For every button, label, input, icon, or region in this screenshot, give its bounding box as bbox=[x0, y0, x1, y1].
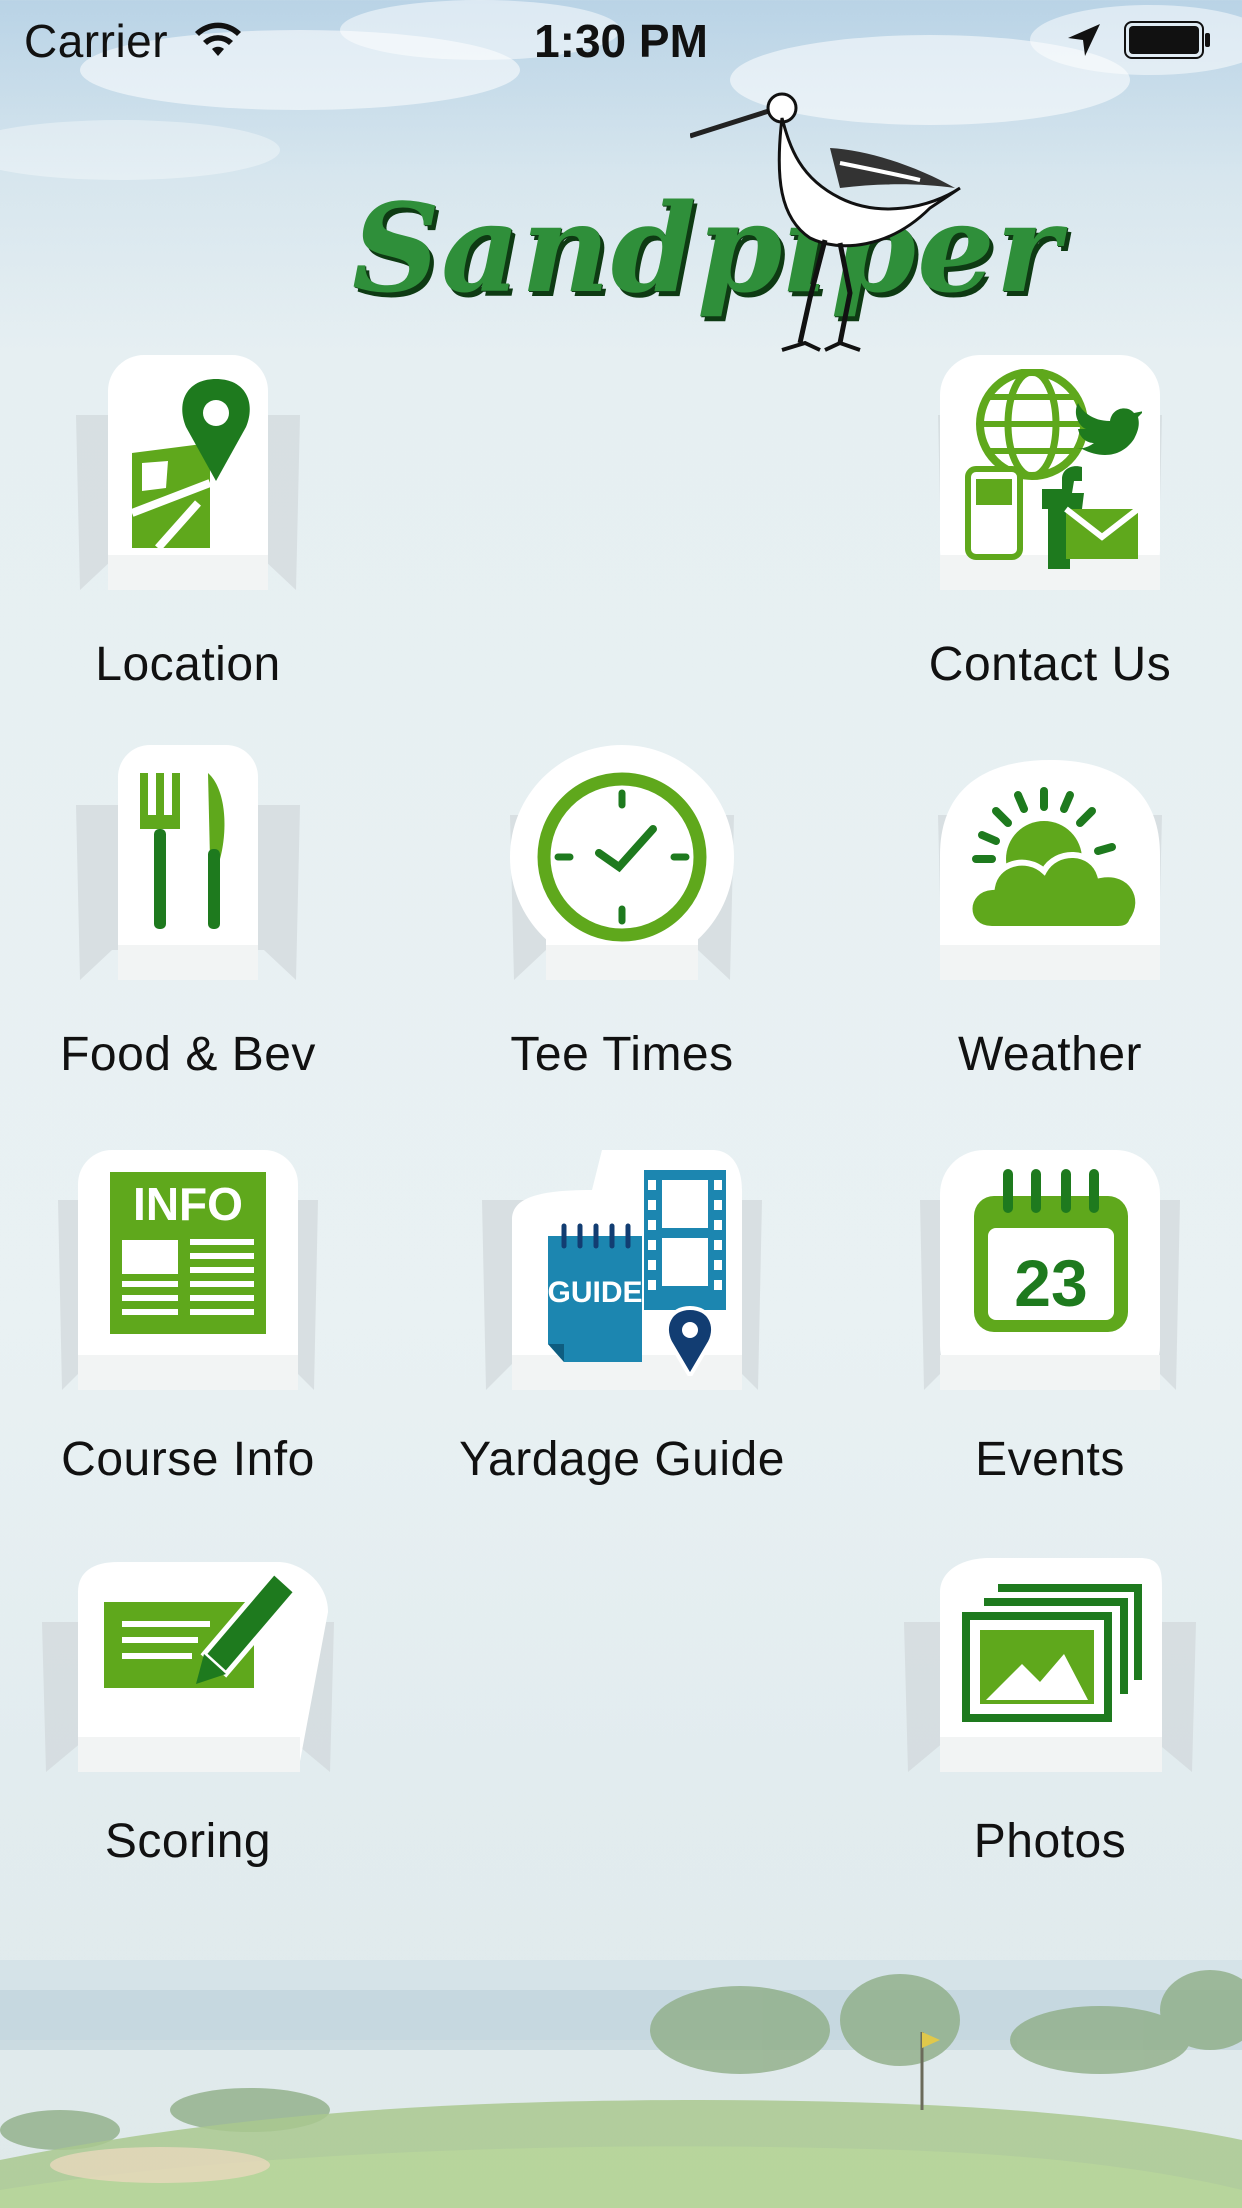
menu-item-contact-us[interactable]: Contact Us bbox=[900, 355, 1200, 715]
menu-item-label: Tee Times bbox=[510, 1028, 734, 1081]
golf-course-background bbox=[0, 1960, 1242, 2208]
location-arrow-icon bbox=[1068, 24, 1100, 56]
contact-social-icon bbox=[965, 369, 1142, 569]
info-newspaper-icon: INFO bbox=[110, 1172, 266, 1334]
sandpiper-bird-icon bbox=[690, 92, 961, 352]
clock-icon bbox=[537, 772, 707, 942]
app-logo: Sandpiper bbox=[340, 88, 1060, 368]
calendar-icon: 23 bbox=[974, 1169, 1128, 1332]
map-pin-icon bbox=[130, 379, 250, 551]
menu-item-tee-times[interactable]: Tee Times bbox=[472, 745, 772, 1105]
menu-item-photos[interactable]: Photos bbox=[900, 1532, 1200, 1892]
menu-item-food-bev[interactable]: Food & Bev bbox=[38, 745, 338, 1105]
menu-item-label: Yardage Guide bbox=[459, 1433, 785, 1486]
menu-item-label: Weather bbox=[957, 1028, 1143, 1081]
menu-item-label: Food & Bev bbox=[60, 1028, 316, 1081]
menu-item-label: Events bbox=[975, 1433, 1125, 1486]
fork-knife-icon bbox=[140, 773, 225, 929]
status-time: 1:30 PM bbox=[534, 15, 708, 67]
menu-item-location[interactable]: Location bbox=[38, 355, 338, 715]
guide-film-pin-icon: GUIDE bbox=[547, 1170, 726, 1376]
status-bar: Carrier 1:30 PM bbox=[0, 0, 1242, 84]
menu-item-weather[interactable]: Weather bbox=[900, 745, 1200, 1105]
menu-item-events[interactable]: 23 Events bbox=[900, 1150, 1200, 1510]
menu-item-label: Photos bbox=[973, 1815, 1127, 1868]
menu-item-label: Course Info bbox=[61, 1433, 315, 1486]
menu-item-label: Location bbox=[95, 638, 281, 691]
menu-item-yardage-guide[interactable]: GUIDE Yardage Guide bbox=[459, 1150, 784, 1510]
info-text: INFO bbox=[133, 1178, 243, 1230]
guide-text: GUIDE bbox=[547, 1276, 642, 1309]
menu-item-scoring[interactable]: Scoring bbox=[38, 1532, 338, 1892]
calendar-day-text: 23 bbox=[1014, 1246, 1087, 1320]
menu-item-course-info[interactable]: INFO Course Info bbox=[38, 1150, 338, 1510]
menu-item-label: Contact Us bbox=[928, 638, 1172, 691]
sun-cloud-icon bbox=[966, 787, 1142, 932]
scorecard-pencil-icon bbox=[104, 1568, 300, 1688]
battery-icon bbox=[1124, 21, 1210, 59]
menu-item-label: Scoring bbox=[104, 1815, 272, 1868]
photos-stack-icon bbox=[962, 1584, 1142, 1722]
